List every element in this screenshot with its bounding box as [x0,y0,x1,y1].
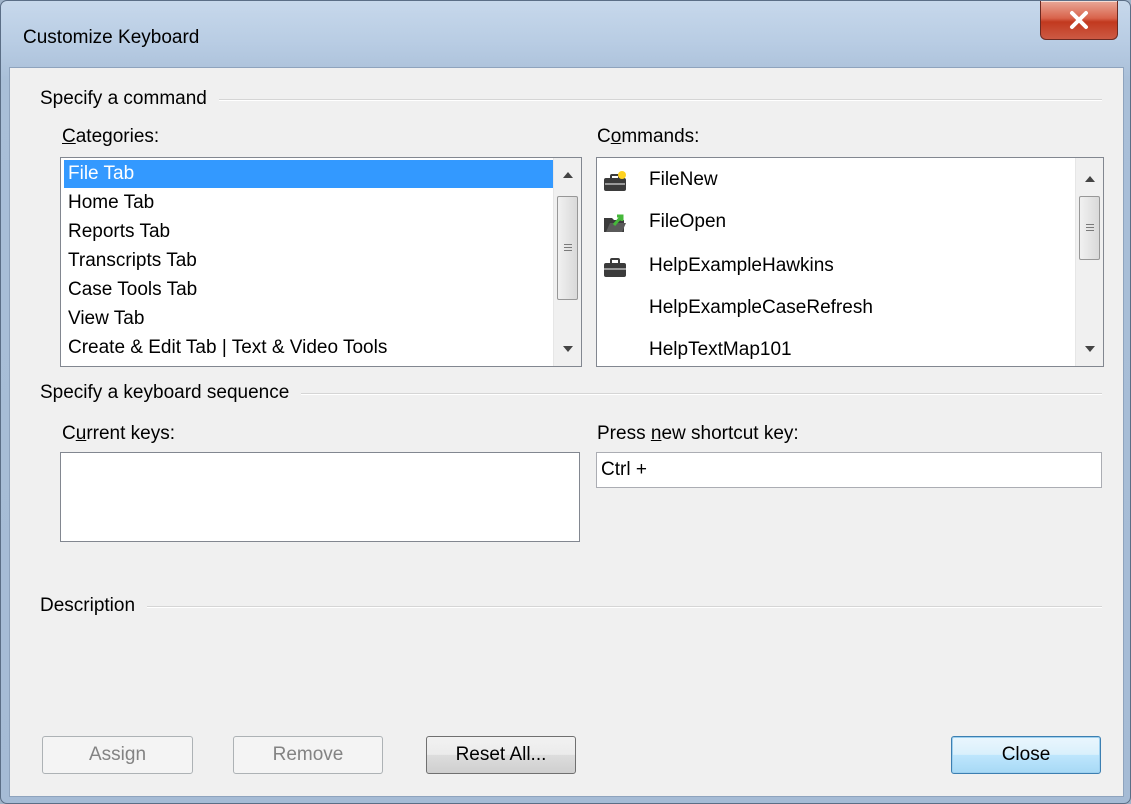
new-shortcut-label: Press new shortcut key: [597,423,799,445]
new-shortcut-label-first: Press [597,423,651,444]
category-item[interactable]: Transcripts Tab [64,247,197,275]
categories-label-accesskey: C [62,126,76,147]
command-item-label: HelpExampleCaseRefresh [649,297,873,318]
current-keys-label-rest: rrent keys: [86,423,176,444]
customize-keyboard-window: Customize Keyboard Specify a command Cat… [0,0,1131,804]
scroll-up-arrow-icon[interactable] [1076,166,1103,192]
categories-listbox[interactable]: File Tab Home Tab Reports Tab Transcript… [60,157,582,367]
keyboard-group-title: Specify a keyboard sequence [40,382,302,404]
close-icon [1070,11,1088,29]
assign-button[interactable]: Assign [42,736,193,774]
window-title: Customize Keyboard [23,27,200,48]
category-item[interactable]: Reports Tab [64,218,170,246]
new-shortcut-input[interactable]: Ctrl + [596,452,1102,488]
scroll-up-arrow-icon[interactable] [554,162,581,188]
categories-scrollbar[interactable] [553,158,581,366]
new-shortcut-label-rest: ew shortcut key: [661,423,799,444]
file-open-icon [604,214,626,232]
category-item[interactable]: View Tab [64,305,144,333]
categories-label: Categories: [62,126,159,148]
commands-listbox[interactable]: FileNew FileOpen HelpExampleHawkins Help… [596,157,1104,367]
close-button[interactable]: Close [951,736,1101,774]
command-item-label: HelpExampleHawkins [649,255,834,276]
current-keys-label-accesskey: u [75,423,87,444]
category-item[interactable]: Create & Edit Tab | Text & Video Tools [64,334,387,362]
categories-label-rest: ategories: [75,126,160,147]
commands-scrollbar[interactable] [1075,158,1103,366]
remove-button[interactable]: Remove [233,736,383,774]
command-item-label: FileOpen [649,211,727,232]
command-item-label: HelpTextMap101 [649,339,792,360]
current-keys-label-first: C [62,423,76,444]
category-item[interactable]: Case Tools Tab [64,276,197,304]
dialog-client-area: Specify a command Categories: File Tab H… [9,67,1124,797]
scroll-down-arrow-icon[interactable] [554,336,581,362]
grip-icon [563,244,572,252]
commands-label-rest: mmands: [621,126,700,147]
categories-scroll-thumb[interactable] [557,196,578,300]
description-group-title: Description [40,595,148,617]
commands-scroll-thumb[interactable] [1079,196,1100,260]
current-keys-listbox[interactable] [60,452,580,542]
current-keys-label: Current keys: [62,423,175,445]
new-shortcut-value: Ctrl + [601,459,647,480]
scroll-down-arrow-icon[interactable] [1076,336,1103,362]
commands-label-accesskey: o [610,126,622,147]
file-new-icon [604,171,626,191]
grip-icon [1085,224,1094,232]
window-close-button[interactable] [1040,1,1118,40]
new-shortcut-label-accesskey: n [650,423,662,444]
commands-label-first: C [597,126,611,147]
reset-all-button[interactable]: Reset All... [426,736,576,774]
command-group-title: Specify a command [40,88,219,110]
command-item-label: FileNew [649,169,718,190]
briefcase-icon [604,258,626,277]
description-group-divider [40,606,1102,608]
category-item[interactable]: File Tab [64,160,558,188]
category-item[interactable]: Home Tab [64,189,154,217]
commands-label: Commands: [597,126,699,148]
